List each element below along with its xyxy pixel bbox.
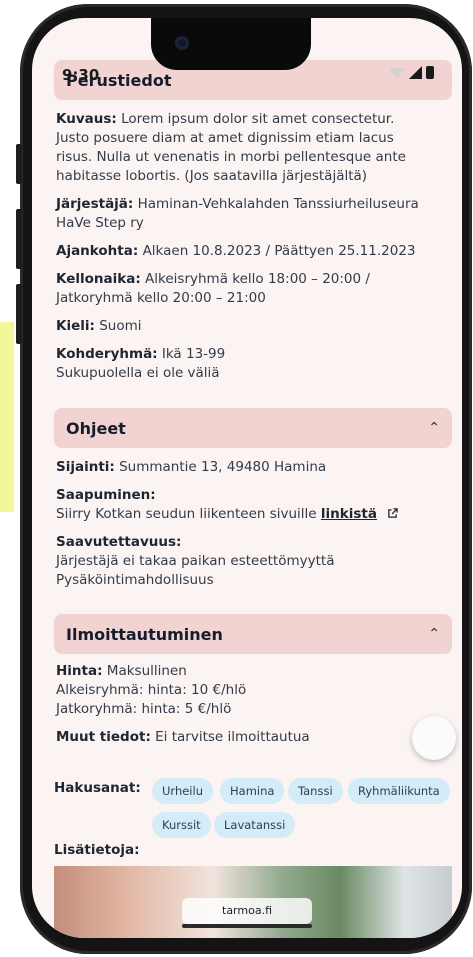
wifi-icon (389, 68, 405, 79)
camera-icon (175, 36, 189, 50)
perustiedot-content: Kuvaus: Lorem ipsum dolor sit amet conse… (56, 110, 446, 392)
jarjestaja-block: Järjestäjä: Haminan-Vehkalahden Tanssiur… (56, 195, 446, 233)
phone-screen: 9:30 Perustiedot Kuvaus: Lorem ipsum dol… (32, 18, 462, 938)
side-button-mute (16, 144, 22, 184)
kellonaika-value: Alkeisryhmä kello 18:00 – 20:00 / (145, 271, 370, 287)
kieli-label: Kieli: (56, 318, 95, 334)
side-button-volume-down (16, 284, 22, 344)
kuvaus-line: Justo posuere diam at amet dignissim eti… (56, 130, 394, 146)
signal-icon (409, 66, 422, 79)
jarjestaja-value: Haminan-Vehkalahden Tanssiurheiluseura (137, 196, 419, 212)
saavutettavuus-label: Saavutettavuus: (56, 534, 182, 550)
sijainti-block: Sijainti: Summantie 13, 49480 Hamina (56, 458, 446, 477)
hinta-label: Hinta: (56, 663, 103, 679)
kellonaika-block: Kellonaika: Alkeisryhmä kello 18:00 – 20… (56, 270, 446, 308)
ajankohta-block: Ajankohta: Alkaen 10.8.2023 / Päättyen 2… (56, 242, 446, 261)
ajankohta-value: Alkaen 10.8.2023 / Päättyen 25.11.2023 (142, 243, 416, 259)
saapuminen-label: Saapuminen: (56, 487, 156, 503)
muut-tiedot-label: Muut tiedot: (56, 729, 151, 745)
section-header-ilmoittautuminen[interactable]: Ilmoittautuminen ⌃ (54, 614, 452, 654)
jarjestaja-value: HaVe Step ry (56, 215, 144, 231)
left-highlight-bar (0, 322, 14, 512)
tag-kurssit[interactable]: Kurssit (152, 812, 211, 838)
saapuminen-link[interactable]: linkistä (321, 506, 377, 522)
section-title: Ilmoittautuminen (66, 624, 223, 644)
sijainti-label: Sijainti: (56, 459, 115, 475)
kuvaus-line: Lorem ipsum dolor sit amet consectetur. (121, 111, 395, 127)
saapuminen-block: Saapuminen: Siirry Kotkan seudun liikent… (56, 486, 446, 524)
saavutettavuus-block: Saavutettavuus: Järjestäjä ei takaa paik… (56, 533, 446, 590)
hinta-line: Jatkoryhmä: hinta: 5 €/hlö (56, 701, 232, 717)
kohderyhma-value: Sukupuolella ei ole väliä (56, 365, 220, 381)
side-button-volume-up (16, 209, 22, 269)
tag-lavatanssi[interactable]: Lavatanssi (214, 812, 296, 838)
kohderyhma-value: Ikä 13-99 (161, 346, 226, 362)
tag-tanssi[interactable]: Tanssi (288, 778, 343, 804)
kuvaus-block: Kuvaus: Lorem ipsum dolor sit amet conse… (56, 110, 446, 186)
floating-action-button[interactable] (412, 716, 456, 760)
section-header-ohjeet[interactable]: Ohjeet ⌃ (54, 408, 452, 448)
hinta-block: Hinta: Maksullinen Alkeisryhmä: hinta: 1… (56, 662, 446, 719)
kieli-value: Suomi (99, 318, 142, 334)
section-title: Ohjeet (66, 418, 126, 438)
ilmoittautuminen-content: Hinta: Maksullinen Alkeisryhmä: hinta: 1… (56, 662, 446, 756)
sijainti-value: Summantie 13, 49480 Hamina (119, 459, 327, 475)
kohderyhma-label: Kohderyhmä: (56, 346, 158, 362)
status-icons (389, 66, 434, 79)
muut-tiedot-block: Muut tiedot: Ei tarvitse ilmoittautua (56, 728, 446, 747)
saapuminen-text: Siirry Kotkan seudun liikenteen sivuille (56, 506, 317, 522)
ohjeet-content: Sijainti: Summantie 13, 49480 Hamina Saa… (56, 458, 446, 599)
kuvaus-label: Kuvaus: (56, 111, 117, 127)
external-link-icon[interactable] (387, 508, 399, 519)
kellonaika-label: Kellonaika: (56, 271, 141, 287)
hinta-line: Alkeisryhmä: hinta: 10 €/hlö (56, 682, 247, 698)
saavutettavuus-line: Järjestäjä ei takaa paikan esteettömyytt… (56, 553, 335, 569)
kieli-block: Kieli: Suomi (56, 317, 446, 336)
tag-urheilu[interactable]: Urheilu (152, 778, 213, 804)
saavutettavuus-line: Pysäköintimahdollisuus (56, 572, 214, 588)
status-time: 9:30 (62, 66, 100, 84)
kuvaus-line: habitasse lobortis. (Jos saatavilla järj… (56, 168, 368, 184)
home-indicator[interactable] (182, 924, 312, 928)
hinta-value: Maksullinen (106, 663, 187, 679)
battery-icon (426, 66, 434, 79)
tag-ryhmaliikunta[interactable]: Ryhmäliikunta (348, 778, 450, 804)
ajankohta-label: Ajankohta: (56, 243, 139, 259)
chevron-up-icon[interactable]: ⌃ (428, 420, 440, 436)
chevron-up-icon[interactable]: ⌃ (428, 626, 440, 642)
browser-url-bar[interactable]: tarmoa.fi (182, 898, 312, 924)
kellonaika-value: Jatkoryhmä kello 20:00 – 21:00 (56, 290, 266, 306)
tag-hamina[interactable]: Hamina (220, 778, 285, 804)
hakusanat-label: Hakusanat: (54, 780, 141, 796)
kohderyhma-block: Kohderyhmä: Ikä 13-99 Sukupuolella ei ol… (56, 345, 446, 383)
jarjestaja-label: Järjestäjä: (56, 196, 134, 212)
muut-tiedot-value: Ei tarvitse ilmoittautua (155, 729, 310, 745)
lisatietoja-label: Lisätietoja: (54, 842, 140, 858)
notch (151, 18, 311, 70)
kuvaus-line: risus. Nulla ut venenatis in morbi pelle… (56, 149, 406, 165)
